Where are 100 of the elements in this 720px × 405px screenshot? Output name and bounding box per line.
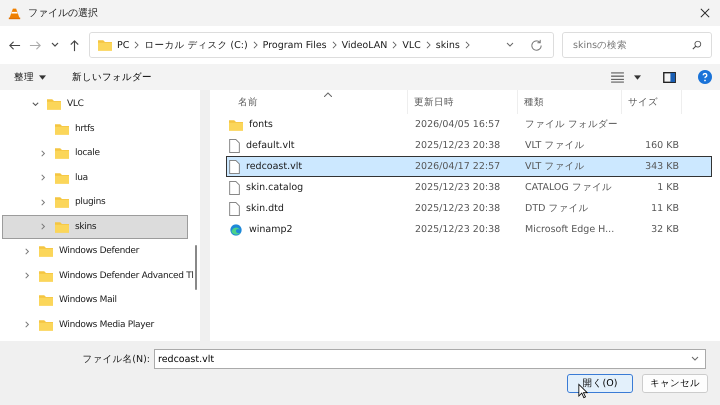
- new-folder-button[interactable]: 新しいフォルダー: [64, 68, 160, 86]
- file-row[interactable]: skin.catalog 2025/12/23 20:38 CATALOG ファイル 1 KB: [226, 177, 712, 198]
- file-name: fonts: [249, 119, 273, 130]
- tree-item[interactable]: VLC: [0, 92, 200, 116]
- tree-label: Windows Defender: [59, 246, 140, 256]
- folder-icon: [39, 318, 53, 331]
- filename-field[interactable]: redcoast.vlt: [154, 349, 706, 369]
- chevron-right-icon[interactable]: [23, 246, 32, 256]
- chevron-right-icon[interactable]: [23, 320, 32, 330]
- file-size: 11 KB: [651, 203, 679, 214]
- address-bar[interactable]: PC ローカル ディスク (C:) Program Files VideoLAN VLC skins: [89, 32, 554, 58]
- file-type: VLT ファイル: [524, 139, 586, 152]
- chevron-down-icon[interactable]: [31, 100, 40, 109]
- modified-date: 2026/04/17 22:57: [414, 161, 502, 172]
- tree-label: locale: [75, 148, 100, 158]
- chevron-right-icon[interactable]: [23, 271, 32, 280]
- file-size: 32 KB: [651, 224, 679, 235]
- tree-item[interactable]: Windows Mail: [0, 288, 200, 312]
- tree-label: Windows Defender Advanced Tl: [59, 270, 194, 281]
- folder-icon: [55, 147, 69, 160]
- file-size: 343 KB: [645, 161, 679, 172]
- tree-item[interactable]: skins: [2, 214, 188, 239]
- preview-pane-icon[interactable]: [663, 72, 676, 82]
- help-icon[interactable]: [698, 70, 712, 84]
- file-type: Microsoft Edge H...: [524, 224, 616, 235]
- document-icon: [229, 202, 240, 216]
- tree-item[interactable]: plugins: [0, 190, 200, 214]
- chevron-right-icon: [426, 41, 431, 49]
- caret-icon: [39, 74, 46, 80]
- close-icon[interactable]: [700, 8, 710, 18]
- file-row[interactable]: winamp2 2025/12/23 20:38 Microsoft Edge H... 32 KB: [226, 219, 712, 240]
- tree-item[interactable]: lua: [0, 166, 200, 190]
- breadcrumb-item[interactable]: VLC: [402, 40, 421, 50]
- chevron-right-icon: [332, 41, 337, 49]
- tree-item[interactable]: Windows Media Player: [0, 312, 200, 337]
- tree-label: Windows Media Player: [59, 320, 154, 330]
- file-name: default.vlt: [246, 140, 294, 151]
- folder-icon: [39, 294, 53, 306]
- file-type: CATALOG ファイル: [524, 181, 613, 194]
- file-name: skin.dtd: [246, 203, 284, 214]
- chevron-right-icon: [134, 41, 140, 49]
- up-arrow-icon[interactable]: [68, 38, 81, 52]
- file-type: VLT ファイル: [524, 160, 586, 173]
- file-name: winamp2: [249, 224, 293, 235]
- chevron-right-icon[interactable]: [39, 198, 48, 207]
- tree-label: skins: [75, 222, 96, 232]
- column-header[interactable]: 更新日時: [408, 90, 518, 114]
- chevron-right-icon[interactable]: [39, 148, 48, 158]
- file-size: 1 KB: [657, 182, 679, 193]
- sort-up-icon: [324, 92, 332, 97]
- filename-label: ファイル名(N):: [82, 352, 150, 366]
- breadcrumb-item[interactable]: Program Files: [262, 40, 327, 50]
- back-arrow-icon[interactable]: [8, 38, 21, 52]
- file-row[interactable]: redcoast.vlt 2026/04/17 22:57 VLT ファイル 343 KB: [226, 156, 712, 177]
- modified-date: 2025/12/23 20:38: [414, 182, 502, 193]
- browser-logo-icon: [229, 224, 243, 236]
- tree-item[interactable]: hrtfs: [0, 116, 200, 141]
- modified-date: 2026/04/05 16:57: [414, 119, 502, 130]
- chevron-right-icon[interactable]: [39, 222, 48, 232]
- file-size: 160 KB: [645, 140, 679, 151]
- chevron-right-icon: [252, 41, 258, 49]
- tree-label: hrtfs: [75, 124, 94, 134]
- column-header[interactable]: サイズ: [622, 90, 682, 114]
- folder-icon: [55, 196, 69, 208]
- folder-icon: [98, 39, 112, 51]
- folder-icon: [39, 270, 53, 282]
- breadcrumb-item[interactable]: ローカル ディスク (C:): [144, 38, 248, 52]
- modified-date: 2025/12/23 20:38: [414, 224, 502, 235]
- refresh-icon[interactable]: [530, 38, 543, 52]
- cancel-button[interactable]: キャンセル: [642, 374, 708, 393]
- breadcrumb-item[interactable]: VideoLAN: [342, 40, 388, 50]
- document-icon: [229, 138, 240, 152]
- breadcrumb-item[interactable]: PC: [117, 40, 130, 50]
- breadcrumb-item[interactable]: skins: [436, 40, 460, 50]
- tree-item[interactable]: Windows Defender Advanced Tl: [0, 264, 200, 288]
- folder-icon: [55, 122, 69, 135]
- tree-item[interactable]: locale: [0, 141, 200, 166]
- folder-icon: [55, 220, 69, 233]
- tree-label: lua: [75, 172, 88, 183]
- file-row[interactable]: default.vlt 2025/12/23 20:38 VLT ファイル 160 KB: [226, 135, 712, 156]
- file-type: ファイル フォルダー: [524, 118, 620, 131]
- tree-label: plugins: [75, 197, 106, 208]
- tree-label: VLC: [67, 99, 84, 110]
- tree-item[interactable]: Windows Defender: [0, 239, 200, 264]
- caret-icon[interactable]: [634, 74, 641, 80]
- view-list-icon[interactable]: [611, 72, 624, 82]
- chevron-right-icon: [464, 41, 470, 49]
- file-row[interactable]: fonts 2026/04/05 16:57 ファイル フォルダー: [226, 114, 712, 135]
- open-button[interactable]: 開く(O): [567, 374, 633, 393]
- scrollbar-thumb[interactable]: [195, 245, 197, 290]
- file-row[interactable]: skin.dtd 2025/12/23 20:38 DTD ファイル 11 KB: [226, 198, 712, 219]
- search-field[interactable]: skinsの検索: [562, 32, 712, 58]
- app-cone-icon: [8, 6, 21, 20]
- organize-button[interactable]: 整理: [6, 68, 54, 86]
- folder-icon: [229, 118, 243, 130]
- file-name: redcoast.vlt: [246, 161, 302, 172]
- search-icon: [692, 40, 702, 50]
- column-header[interactable]: 名前: [222, 90, 408, 114]
- chevron-right-icon[interactable]: [39, 173, 48, 182]
- column-header[interactable]: 種類: [518, 90, 622, 114]
